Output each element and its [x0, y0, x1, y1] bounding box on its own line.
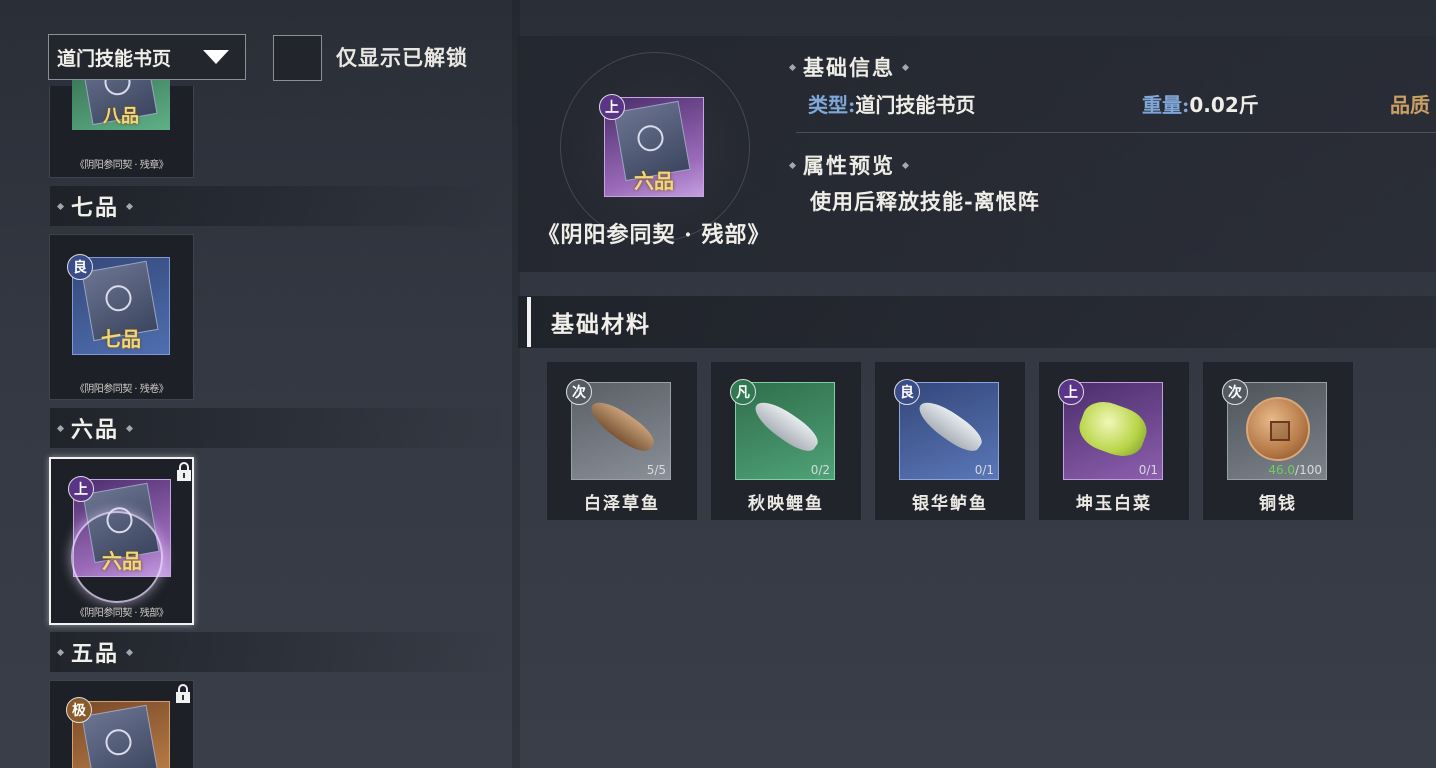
fish-icon [749, 394, 823, 458]
cabbage-icon [1073, 395, 1153, 463]
material-slot-bai-ze-cao-yu[interactable]: 次 5/5 白泽草鱼 [547, 362, 697, 520]
materials-title: 基础材料 [551, 311, 651, 338]
fish-icon [585, 394, 659, 458]
rarity-badge: 上 [599, 94, 625, 120]
chevron-down-icon [203, 50, 229, 64]
rarity-badge: 上 [1058, 379, 1084, 405]
quality-row: 品质 [1390, 89, 1430, 118]
item-title: 《阴阳参同契 · 残部》 [537, 222, 771, 248]
book-icon [81, 704, 159, 768]
only-unlocked-checkbox[interactable] [273, 35, 322, 81]
material-count: 5/5 [646, 463, 666, 477]
section-title: 基础信息 [803, 55, 895, 80]
material-thumbnail: 上 0/1 [1058, 379, 1163, 480]
rarity-badge: 良 [67, 254, 93, 280]
attr-preview-header: 属性预览 [782, 150, 916, 180]
rarity-badge: 凡 [730, 379, 756, 405]
material-thumbnail: 次 46.0/100 [1222, 379, 1327, 480]
card-caption: 《阴阳参同契 · 残卷》 [74, 384, 169, 395]
card-caption: 《阴阳参同契 · 残部》 [74, 608, 169, 619]
detail-item-thumbnail: 六品 上 [599, 94, 704, 197]
basic-info-header: 基础信息 [782, 52, 916, 82]
rarity-badge: 次 [566, 379, 592, 405]
material-slot-kun-yu-bai-cai[interactable]: 上 0/1 坤玉白菜 [1039, 362, 1189, 520]
tier-header-seven: 七品 [50, 186, 510, 226]
weight-label: 重量: [1142, 93, 1190, 117]
material-thumbnail: 良 0/1 [894, 379, 999, 480]
material-slot-tong-qian[interactable]: 次 46.0/100 铜钱 [1203, 362, 1353, 520]
only-unlocked-label: 仅显示已解锁 [336, 45, 468, 70]
quality-label: 品质 [1390, 93, 1430, 117]
item-thumbnail: 八品 [72, 80, 170, 130]
material-name: 坤玉白菜 [1076, 494, 1152, 514]
tier-header-five: 五品 [50, 632, 510, 672]
material-count: 0/1 [974, 463, 994, 477]
header-accent-bar [527, 297, 531, 347]
selection-glow [71, 511, 163, 603]
weight-value: 0.02斤 [1189, 93, 1259, 117]
item-thumbnail: 七品 良 [67, 254, 170, 355]
card-caption: 《阴阳参同契 · 残章》 [74, 160, 169, 171]
material-thumbnail: 凡 0/2 [730, 379, 835, 480]
rarity-badge: 上 [68, 476, 94, 502]
material-thumbnail: 次 5/5 [566, 379, 671, 480]
skill-card-six[interactable]: 六品 上 《阴阳参同契 · 残部》 [49, 457, 194, 625]
material-name: 白泽草鱼 [584, 494, 660, 514]
grade-label: 八品 [103, 106, 139, 127]
grade-label: 七品 [101, 327, 141, 351]
tier-label: 七品 [71, 195, 120, 221]
material-count: 0/2 [810, 463, 830, 477]
skill-card-eight[interactable]: 八品 《阴阳参同契 · 残章》 [49, 80, 194, 178]
material-slot-qiu-ying-li-yu[interactable]: 凡 0/2 秋映鲤鱼 [711, 362, 861, 520]
material-count: 0/1 [1138, 463, 1158, 477]
item-list-panel: 道门技能书页 仅显示已解锁 八品 《阴阳参同契 · 残章》 七品 七品 良 《阴… [0, 0, 512, 768]
lock-icon [176, 684, 190, 703]
skill-card-five[interactable]: 极 [49, 680, 194, 768]
category-dropdown-value: 道门技能书页 [57, 47, 172, 70]
effect-text: 使用后释放技能-离恨阵 [810, 189, 1040, 214]
tier-label: 六品 [71, 417, 120, 443]
rarity-badge: 次 [1222, 379, 1248, 405]
skill-card-seven[interactable]: 七品 良 《阴阳参同契 · 残卷》 [49, 234, 194, 400]
grade-label: 六品 [634, 169, 674, 193]
material-name: 秋映鲤鱼 [748, 494, 824, 514]
materials-header: 基础材料 [518, 296, 1436, 348]
tier-label: 五品 [71, 641, 120, 667]
fish-icon [913, 394, 987, 458]
type-label: 类型: [808, 93, 856, 117]
type-value: 道门技能书页 [855, 93, 976, 117]
tier-header-six: 六品 [50, 408, 510, 448]
material-name: 银华鲈鱼 [912, 494, 988, 514]
section-title: 属性预览 [803, 153, 895, 178]
info-divider [796, 132, 1436, 133]
rarity-badge: 极 [66, 697, 92, 723]
type-row: 类型:道门技能书页 [808, 89, 975, 118]
material-slot-yin-hua-lu-yu[interactable]: 良 0/1 银华鲈鱼 [875, 362, 1025, 520]
rarity-badge: 良 [894, 379, 920, 405]
material-count: 46.0/100 [1268, 463, 1322, 477]
coin-icon [1246, 397, 1310, 461]
category-dropdown[interactable]: 道门技能书页 [48, 34, 246, 80]
weight-row: 重量:0.02斤 [1142, 89, 1259, 118]
material-name: 铜钱 [1259, 494, 1297, 514]
lock-icon [177, 462, 191, 481]
